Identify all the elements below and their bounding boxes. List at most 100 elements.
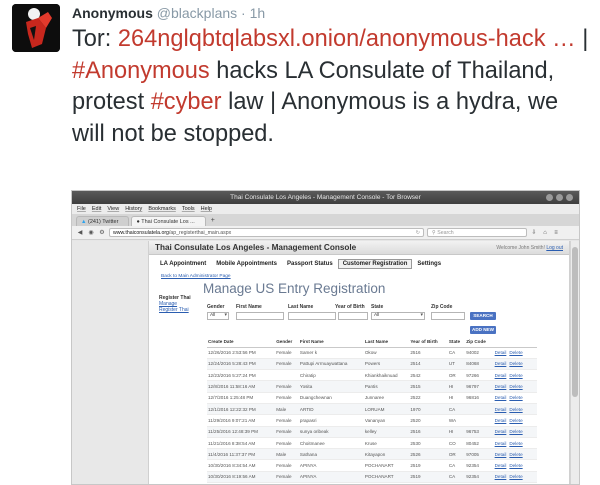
hashtag-cyber[interactable]: #cyber <box>151 89 222 115</box>
cell-last-name: Powers <box>363 358 410 371</box>
table-row: 12/1/2016 12:22:32 PM Male ARTID LORUAM 1970… <box>207 403 537 416</box>
cell-zip-code: 92354 <box>465 459 494 472</box>
author-name[interactable]: Anonymous <box>72 5 153 21</box>
delete-link[interactable]: Delete <box>509 429 522 434</box>
last-name-field[interactable] <box>288 312 336 320</box>
detail-link[interactable]: Detail <box>495 441 507 446</box>
logout-link[interactable]: Log out <box>546 245 563 251</box>
cell-zip-code: 97005 <box>465 448 494 461</box>
detail-link[interactable]: Detail <box>495 452 507 457</box>
detail-link[interactable]: Detail <box>495 384 507 389</box>
side-menu: Register Thai Manage Register Thai <box>159 295 201 313</box>
state-select[interactable]: All <box>371 312 425 320</box>
col-state[interactable]: State <box>447 337 466 348</box>
detail-link[interactable]: Detail <box>495 418 507 423</box>
onion-link[interactable]: 264nglqbtqlabsxl.onion/anonymous-hack <box>118 26 546 52</box>
cell-zip-code <box>465 403 494 416</box>
avatar[interactable] <box>12 4 60 52</box>
tab-passport-status[interactable]: Passport Status <box>282 259 338 269</box>
col-first-name[interactable]: First Name <box>298 337 364 348</box>
delete-link[interactable]: Delete <box>509 463 522 468</box>
menu-history[interactable]: History <box>125 204 142 214</box>
link-ellipsis[interactable]: … <box>546 26 576 52</box>
cell-zip-code: 92354 <box>465 471 494 484</box>
col-gender[interactable]: Gender <box>275 337 299 348</box>
noscript-icon[interactable]: ⚙ <box>98 229 106 236</box>
delete-link[interactable]: Delete <box>509 395 522 400</box>
minimize-button[interactable] <box>546 194 553 201</box>
detail-link[interactable]: Detail <box>495 373 507 378</box>
new-tab-button[interactable]: + <box>208 216 218 226</box>
menu-edit[interactable]: Edit <box>92 204 101 214</box>
back-icon[interactable]: ◀ <box>76 229 84 236</box>
tab-settings[interactable]: Settings <box>412 259 446 269</box>
delete-link[interactable]: Delete <box>509 350 522 355</box>
cell-zip-code: 80452 <box>465 437 494 450</box>
tab-twitter[interactable]: ▲ (241) Twitter <box>76 216 130 226</box>
cell-year-of-birth: 2522 <box>409 392 448 404</box>
scrollbar-thumb[interactable] <box>572 247 578 397</box>
tab-la-appointment[interactable]: LA Appointment <box>155 259 211 269</box>
url-bar[interactable]: www.thaiconsulatela.org/ap_registerthai_… <box>109 228 424 237</box>
delete-link[interactable]: Delete <box>509 361 522 366</box>
search-bar[interactable]: ⚲ Search <box>427 228 527 237</box>
close-button[interactable] <box>566 194 573 201</box>
author-handle[interactable]: @blackplans <box>157 5 237 21</box>
delete-link[interactable]: Delete <box>509 452 522 457</box>
menu-icon[interactable]: ≡ <box>552 230 560 236</box>
tab-customer-registration[interactable]: Customer Registration <box>337 259 413 269</box>
tab-mobile-appointments[interactable]: Mobile Appointments <box>211 259 282 269</box>
onion-icon[interactable]: ◉ <box>87 229 95 236</box>
col-last-name[interactable]: Last Name <box>363 337 410 348</box>
delete-link[interactable]: Delete <box>509 384 522 389</box>
col-zip-code[interactable]: Zip Code <box>465 337 494 348</box>
delete-link[interactable]: Delete <box>509 407 522 412</box>
side-link-register-thai[interactable]: Register Thai <box>159 307 201 313</box>
delete-link[interactable]: Delete <box>509 373 522 378</box>
delete-link[interactable]: Delete <box>509 441 522 446</box>
gender-select[interactable]: All <box>207 312 229 320</box>
detail-link[interactable]: Detail <box>495 474 507 479</box>
cell-state: UT <box>447 358 466 371</box>
year-of-birth-field[interactable] <box>338 312 368 320</box>
cell-last-name: Pantis <box>363 380 410 393</box>
tab-thai-consulate[interactable]: ● Thai Consulate Los ... <box>131 216 206 226</box>
detail-link[interactable]: Detail <box>495 429 507 434</box>
cell-state: WA <box>447 414 466 427</box>
cell-last-name: Khiankhaiknuad <box>363 369 410 382</box>
attached-screenshot[interactable]: Thai Consulate Los Angeles - Management … <box>71 190 580 485</box>
downloads-icon[interactable]: ⇩ <box>530 229 538 236</box>
menu-help[interactable]: Help <box>201 204 212 214</box>
zip-code-field[interactable] <box>431 312 465 320</box>
first-name-field[interactable] <box>236 312 284 320</box>
back-to-main-link[interactable]: Back to Main Administrator Page <box>161 274 231 279</box>
delete-link[interactable]: Delete <box>509 474 522 479</box>
cell-state: CO <box>447 437 466 450</box>
search-button[interactable]: SEARCH <box>470 312 496 320</box>
delete-link[interactable]: Delete <box>509 418 522 423</box>
menu-bookmarks[interactable]: Bookmarks <box>148 204 176 214</box>
detail-link[interactable]: Detail <box>495 350 507 355</box>
tweet-timestamp[interactable]: 1h <box>250 5 266 21</box>
detail-link[interactable]: Detail <box>495 463 507 468</box>
cell-actions: Detail Delete <box>493 403 537 416</box>
reload-icon[interactable]: ↻ <box>416 229 420 237</box>
cell-create-date: 11/4/2016 11:37:37 PM <box>207 448 276 461</box>
col-create-date[interactable]: Create Date <box>207 337 276 348</box>
detail-link[interactable]: Detail <box>495 361 507 366</box>
detail-link[interactable]: Detail <box>495 395 507 400</box>
maximize-button[interactable] <box>556 194 563 201</box>
cell-year-of-birth: 2520 <box>409 414 448 427</box>
add-new-button[interactable]: ADD NEW <box>470 326 496 334</box>
home-icon[interactable]: ⌂ <box>541 230 549 236</box>
hashtag-anonymous[interactable]: #Anonymous <box>72 58 210 84</box>
menu-file[interactable]: File <box>77 204 86 214</box>
page-scrollbar[interactable] <box>570 241 579 484</box>
tab-thai-label: Thai Consulate Los ... <box>141 219 195 225</box>
col-year-of-birth[interactable]: Year of Birth <box>409 337 448 348</box>
cell-zip-code: 96753 <box>465 426 494 438</box>
menu-view[interactable]: View <box>107 204 119 214</box>
cell-actions: Detail Delete <box>493 459 537 472</box>
detail-link[interactable]: Detail <box>495 407 507 412</box>
menu-tools[interactable]: Tools <box>182 204 195 214</box>
